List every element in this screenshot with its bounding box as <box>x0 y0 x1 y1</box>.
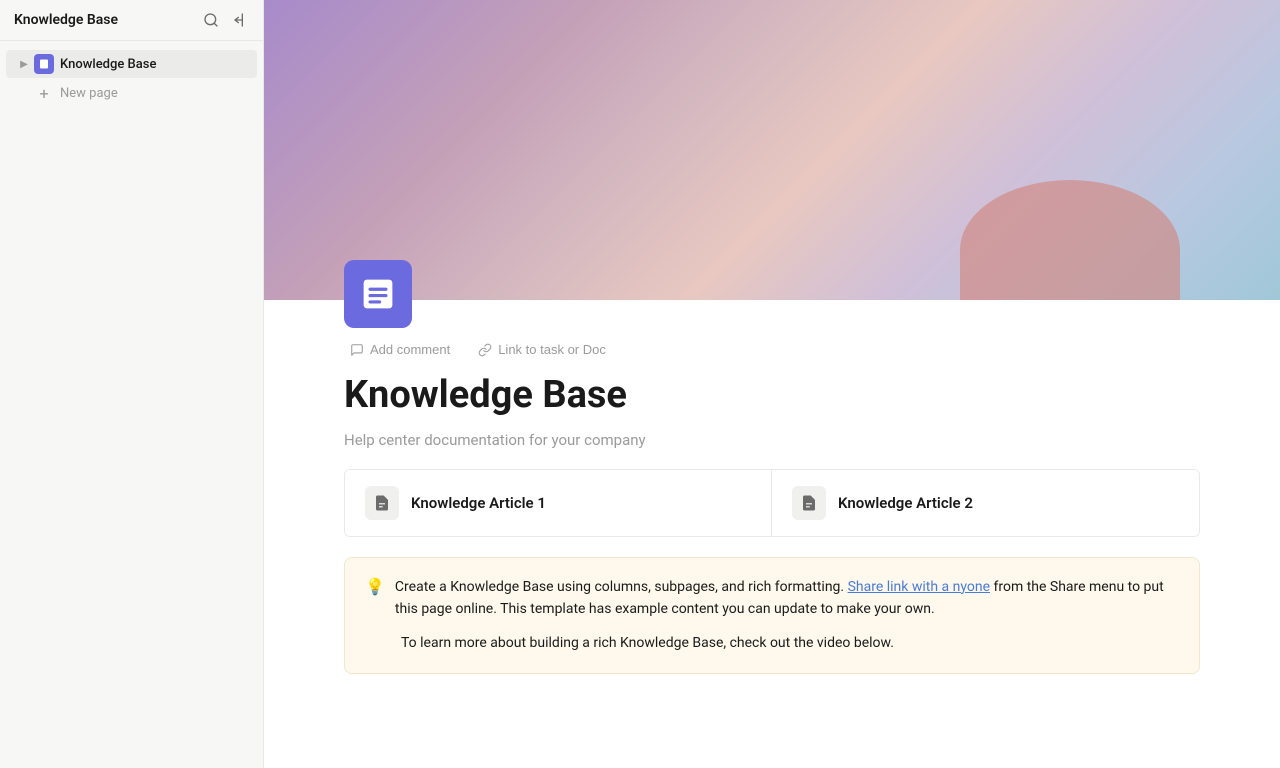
add-comment-label: Add comment <box>370 342 450 357</box>
comment-icon <box>350 343 364 357</box>
sidebar-title: Knowledge Base <box>14 12 118 28</box>
page-title-area: Knowledge Base <box>264 365 1280 423</box>
articles-grid: Knowledge Article 1 Knowledge Article 2 <box>344 469 1200 537</box>
info-text-pre: Create a Knowledge Base using columns, s… <box>395 579 848 595</box>
article-label-2: Knowledge Article 2 <box>838 494 973 512</box>
info-box: 💡 Create a Knowledge Base using columns,… <box>344 557 1200 674</box>
sidebar-icons <box>201 10 249 30</box>
new-page-item[interactable]: + New page <box>6 79 257 107</box>
sidebar: Knowledge Base ▶ Knowledge Base + <box>0 0 264 768</box>
page-title: Knowledge Base <box>344 373 1200 419</box>
bulb-icon: 💡 <box>365 577 385 621</box>
collapse-icon <box>231 12 247 28</box>
search-icon <box>203 12 219 28</box>
article-doc-icon-2 <box>800 494 818 512</box>
page-subtitle: Help center documentation for your compa… <box>264 423 1280 469</box>
article-icon-2 <box>792 486 826 520</box>
link-to-task-label: Link to task or Doc <box>498 342 606 357</box>
article-icon-1 <box>365 486 399 520</box>
article-doc-icon <box>373 494 391 512</box>
link-to-task-button[interactable]: Link to task or Doc <box>472 338 612 361</box>
chevron-right-icon: ▶ <box>16 56 32 72</box>
document-icon <box>38 58 50 70</box>
info-text-1: Create a Knowledge Base using columns, s… <box>395 576 1179 621</box>
plus-icon: + <box>34 83 54 103</box>
add-comment-button[interactable]: Add comment <box>344 338 456 361</box>
collapse-sidebar-button[interactable] <box>229 10 249 30</box>
page-icon-container <box>264 260 1280 328</box>
hero-banner <box>264 0 1280 300</box>
sidebar-item-label: Knowledge Base <box>60 57 156 72</box>
page-icon <box>344 260 412 328</box>
sidebar-nav: ▶ Knowledge Base + New page <box>0 41 263 768</box>
sidebar-item-knowledge-base[interactable]: ▶ Knowledge Base <box>6 50 257 78</box>
link-icon <box>478 343 492 357</box>
page-content: Add comment Link to task or Doc Knowledg… <box>264 300 1280 714</box>
knowledge-base-page-icon <box>34 54 54 74</box>
spacer <box>365 632 391 654</box>
search-button[interactable] <box>201 10 221 30</box>
info-row-2: To learn more about building a rich Know… <box>365 632 1179 654</box>
info-row-1: 💡 Create a Knowledge Base using columns,… <box>365 576 1179 621</box>
article-card-2[interactable]: Knowledge Article 2 <box>772 470 1199 536</box>
sidebar-header: Knowledge Base <box>0 0 263 41</box>
new-page-label: New page <box>60 86 118 101</box>
knowledge-base-icon <box>359 275 397 313</box>
article-card-1[interactable]: Knowledge Article 1 <box>345 470 772 536</box>
action-bar: Add comment Link to task or Doc <box>264 328 1280 365</box>
article-label-1: Knowledge Article 1 <box>411 494 546 512</box>
main-content: Add comment Link to task or Doc Knowledg… <box>264 0 1280 768</box>
info-text-2: To learn more about building a rich Know… <box>401 632 894 654</box>
share-link[interactable]: Share link with a nyone <box>848 579 990 595</box>
